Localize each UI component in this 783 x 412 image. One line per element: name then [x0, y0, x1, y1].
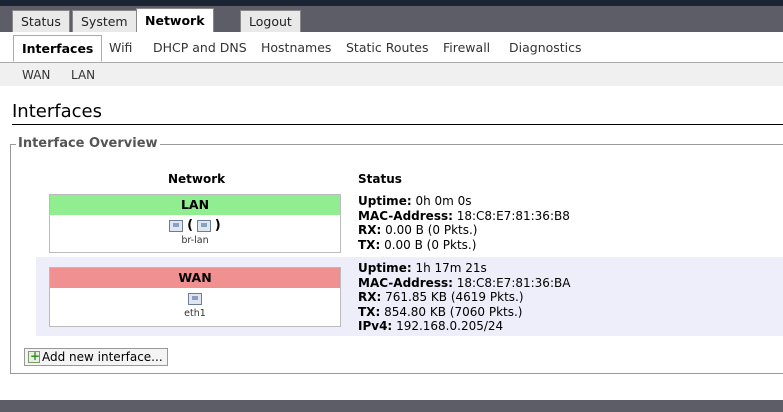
ethernet-port-icon — [196, 219, 211, 232]
subtab-wifi[interactable]: Wifi — [109, 40, 132, 55]
tab-network[interactable]: Network — [136, 8, 214, 33]
title-divider — [12, 124, 783, 125]
device-name-wan: eth1 — [184, 308, 206, 319]
tx-label: TX: — [358, 237, 381, 252]
ethernet-port-icon — [188, 292, 202, 305]
device-icons-wan — [50, 291, 340, 307]
subtab-diagnostics[interactable]: Diagnostics — [509, 40, 582, 55]
tab-system[interactable]: System — [72, 10, 137, 32]
subsubtab-wan[interactable]: WAN — [22, 68, 50, 82]
tab-status[interactable]: Status — [12, 10, 70, 32]
tx-value: 854.80 KB (7060 Pkts.) — [384, 304, 523, 319]
add-interface-button[interactable]: Add new interface... — [24, 348, 168, 366]
tx-label: TX: — [358, 304, 381, 319]
ethernet-icon — [169, 219, 184, 232]
tab-logout[interactable]: Logout — [240, 10, 301, 32]
network-name-lan: LAN — [50, 195, 340, 215]
rx-value: 0.00 B (0 Pkts.) — [385, 223, 478, 237]
ipv4-label: IPv4: — [358, 319, 393, 333]
network-subnav: Interfaces Wifi DHCP and DNS Hostnames S… — [0, 32, 783, 62]
status-lan: Uptime: 0h 0m 0s MAC-Address: 18:C8:E7:8… — [358, 194, 570, 252]
interfaces-subnav: WAN LAN — [0, 62, 783, 87]
mac-value: 18:C8:E7:81:36:B8 — [456, 208, 570, 223]
page-title: Interfaces — [12, 101, 102, 122]
main-content: Interfaces Interface Overview Network St… — [0, 86, 783, 400]
add-interface-label: Add new interface... — [42, 350, 163, 364]
network-name-wan: WAN — [50, 268, 340, 288]
subtab-hostnames[interactable]: Hostnames — [261, 40, 331, 55]
footer-bar — [0, 400, 783, 412]
status-wan: Uptime: 1h 17m 21s MAC-Address: 18:C8:E7… — [358, 261, 570, 334]
device-name-lan: br-lan — [181, 235, 209, 246]
subtab-firewall[interactable]: Firewall — [443, 40, 490, 55]
subtab-interfaces[interactable]: Interfaces — [13, 35, 103, 62]
network-box-wan: WAN eth1 — [49, 267, 341, 327]
subtab-static-routes[interactable]: Static Routes — [346, 40, 429, 55]
main-tabs: Status System Network Logout — [0, 6, 783, 33]
device-icons-lan: ( ) — [50, 218, 340, 234]
uptime-label: Uptime: — [358, 261, 412, 275]
mac-value: 18:C8:E7:81:36:BA — [456, 275, 571, 290]
column-header-status: Status — [358, 172, 402, 186]
rx-label: RX: — [358, 223, 382, 237]
subsubtab-lan[interactable]: LAN — [71, 68, 95, 82]
column-header-network: Network — [168, 172, 226, 186]
subtab-dhcp-dns[interactable]: DHCP and DNS — [153, 40, 247, 55]
section-legend: Interface Overview — [16, 136, 160, 151]
rx-value: 761.85 KB (4619 Pkts.) — [385, 290, 524, 304]
uptime-value: 1h 17m 21s — [415, 261, 487, 275]
ipv4-value: 192.168.0.205/24 — [396, 319, 504, 333]
uptime-value: 0h 0m 0s — [415, 194, 472, 208]
add-icon — [28, 348, 40, 364]
network-box-lan: LAN ( ) br-lan — [49, 194, 341, 253]
uptime-label: Uptime: — [358, 194, 412, 208]
mac-label: MAC-Address: — [358, 275, 453, 290]
tx-value: 0.00 B (0 Pkts.) — [384, 237, 477, 252]
mac-label: MAC-Address: — [358, 208, 453, 223]
rx-label: RX: — [358, 290, 382, 304]
